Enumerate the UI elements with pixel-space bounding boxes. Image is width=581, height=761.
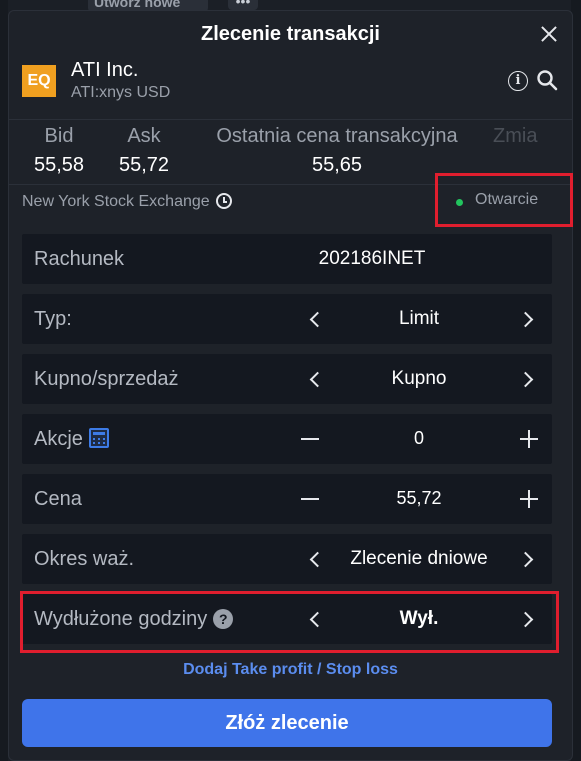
exchange-name: New York Stock Exchange <box>22 193 210 210</box>
quote-value: 55,72 <box>118 154 170 176</box>
modal-title: Zlecenie transakcji <box>201 23 380 45</box>
order-type-label: Typ: <box>34 308 72 330</box>
divider <box>9 119 572 120</box>
trade-ticket-modal: Zlecenie transakcji EQ ATI Inc. ATI:xnys… <box>8 10 573 761</box>
instrument-header: EQ ATI Inc. ATI:xnys USD i <box>22 59 562 103</box>
instrument-name: ATI Inc. <box>71 59 139 81</box>
quantity-label: Akcje <box>34 428 109 451</box>
order-type-value: Limit <box>398 308 440 329</box>
search-icon[interactable] <box>536 69 558 91</box>
quantity-input[interactable]: 0 <box>284 428 554 449</box>
duration-row: Okres waż. Zlecenie dniowe <box>22 534 552 584</box>
quote-label: Ask <box>127 125 161 147</box>
side-row: Kupno/sprzedaż Kupno <box>22 354 552 404</box>
account-row[interactable]: Rachunek 202186INET <box>22 234 552 284</box>
quote-last: Ostatnia cena transakcyjna 55,65 <box>202 125 472 177</box>
quote-label: Zmia <box>493 125 538 147</box>
background-more-icon: ••• <box>228 0 258 10</box>
market-status-text: Otwarcie <box>475 191 539 208</box>
exchange-info: New York Stock Exchange <box>22 193 232 211</box>
add-tpsl-link[interactable]: Dodaj Take profit / Stop loss <box>9 661 572 679</box>
quote-value: 55,58 <box>33 154 85 176</box>
quote-bid: Bid 55,58 <box>28 125 90 177</box>
modal-header: Zlecenie transakcji <box>9 11 572 57</box>
calculator-icon[interactable] <box>88 428 109 448</box>
price-row: Cena 55,72 <box>22 474 552 524</box>
price-label: Cena <box>34 488 82 510</box>
duration-value: Zlecenie dniowe <box>350 548 488 569</box>
account-value: 202186INET <box>318 248 426 269</box>
close-icon[interactable] <box>538 23 560 45</box>
side-value: Kupno <box>391 368 447 389</box>
market-status: Otwarcie <box>435 173 573 227</box>
instrument-symbol: ATI:xnys USD <box>71 84 171 101</box>
duration-label: Okres waż. <box>34 548 135 570</box>
info-icon[interactable]: i <box>508 71 528 91</box>
clock-icon[interactable] <box>215 193 232 209</box>
chevron-right-icon[interactable] <box>522 551 536 565</box>
highlight-box <box>20 591 559 653</box>
quote-value: 55,65 <box>311 154 363 176</box>
price-input[interactable]: 55,72 <box>284 488 554 509</box>
quantity-row: Akcje 0 <box>22 414 552 464</box>
chevron-right-icon[interactable] <box>522 311 536 325</box>
quote-label: Bid <box>44 125 74 147</box>
chevron-right-icon[interactable] <box>522 371 536 385</box>
quantity-label-text: Akcje <box>34 428 83 450</box>
increment-button[interactable] <box>520 490 538 508</box>
background-left-edge <box>0 0 8 761</box>
submit-order-button[interactable]: Złóż zlecenie <box>22 699 552 747</box>
equity-badge: EQ <box>22 65 56 97</box>
status-dot-icon <box>456 199 463 206</box>
quote-ask: Ask 55,72 <box>113 125 175 177</box>
account-label: Rachunek <box>34 248 125 270</box>
side-label: Kupno/sprzedaż <box>34 368 179 390</box>
quote-label: Ostatnia cena transakcyjna <box>216 125 458 147</box>
quote-change: Zmia <box>493 125 572 154</box>
order-type-row: Typ: Limit <box>22 294 552 344</box>
increment-button[interactable] <box>520 430 538 448</box>
